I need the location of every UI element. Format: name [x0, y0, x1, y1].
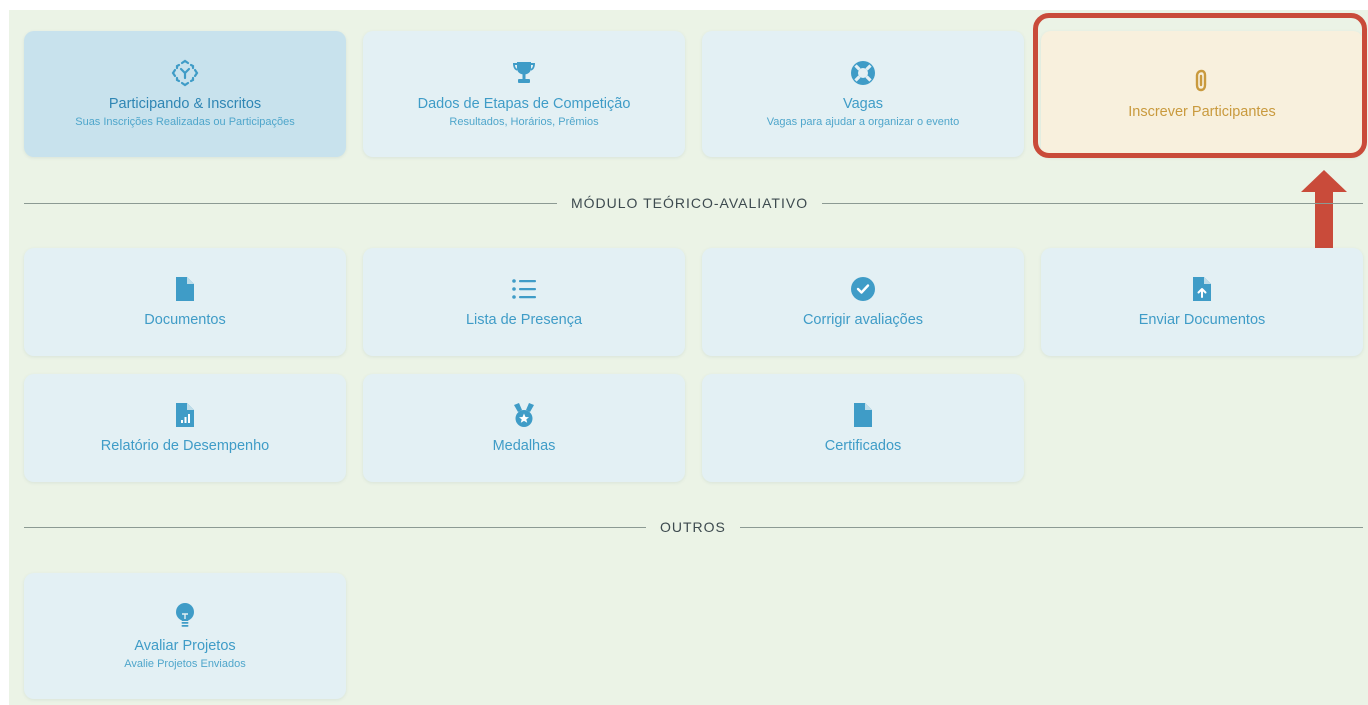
card-subtitle: Suas Inscrições Realizadas ou Participaç… [75, 115, 295, 128]
section-title-outros: OUTROS [646, 517, 740, 537]
file-chart-icon [171, 401, 199, 429]
highlight-box [1033, 13, 1367, 158]
lightbulb-icon [171, 601, 199, 629]
card-subtitle: Vagas para ajudar a organizar o evento [766, 115, 960, 128]
card-title: Participando & Inscritos [108, 95, 262, 112]
card-relatorio-desempenho[interactable]: Relatório de Desempenho [24, 374, 346, 482]
card-title: Certificados [824, 438, 902, 454]
card-vagas[interactable]: Vagas Vagas para ajudar a organizar o ev… [702, 31, 1024, 157]
card-certificados[interactable]: Certificados [702, 374, 1024, 482]
file-upload-icon [1188, 275, 1216, 303]
card-subtitle: Resultados, Horários, Prêmios [449, 115, 599, 128]
focus-frame-icon [171, 59, 199, 87]
card-enviar-documentos[interactable]: Enviar Documentos [1041, 248, 1363, 356]
card-title: Documentos [144, 312, 226, 328]
card-documentos[interactable]: Documentos [24, 248, 346, 356]
card-avaliar-projetos[interactable]: Avaliar Projetos Avalie Projetos Enviado… [24, 573, 346, 699]
card-medalhas[interactable]: Medalhas [363, 374, 685, 482]
card-title: Vagas [842, 95, 884, 112]
card-lista-presenca[interactable]: Lista de Presença [363, 248, 685, 356]
medal-icon [510, 401, 538, 429]
card-subtitle: Avalie Projetos Enviados [124, 657, 246, 670]
file-icon [849, 401, 877, 429]
check-circle-icon [849, 275, 877, 303]
card-title: Medalhas [492, 438, 556, 454]
card-participando-inscritos[interactable]: Participando & Inscritos Suas Inscrições… [24, 31, 346, 157]
section-title-teorico: MÓDULO TEÓRICO-AVALIATIVO [557, 193, 823, 213]
card-title: Dados de Etapas de Competição [417, 95, 631, 112]
card-title: Avaliar Projetos [134, 637, 236, 654]
card-dados-etapas[interactable]: Dados de Etapas de Competição Resultados… [363, 31, 685, 157]
file-icon [171, 275, 199, 303]
list-icon [510, 275, 538, 303]
card-title: Lista de Presença [465, 312, 583, 328]
card-corrigir-avaliacoes[interactable]: Corrigir avaliações [702, 248, 1024, 356]
card-title: Relatório de Desempenho [100, 438, 270, 454]
card-title: Enviar Documentos [1138, 312, 1266, 328]
card-title: Corrigir avaliações [802, 312, 924, 328]
trophy-icon [510, 59, 538, 87]
life-ring-icon [849, 59, 877, 87]
